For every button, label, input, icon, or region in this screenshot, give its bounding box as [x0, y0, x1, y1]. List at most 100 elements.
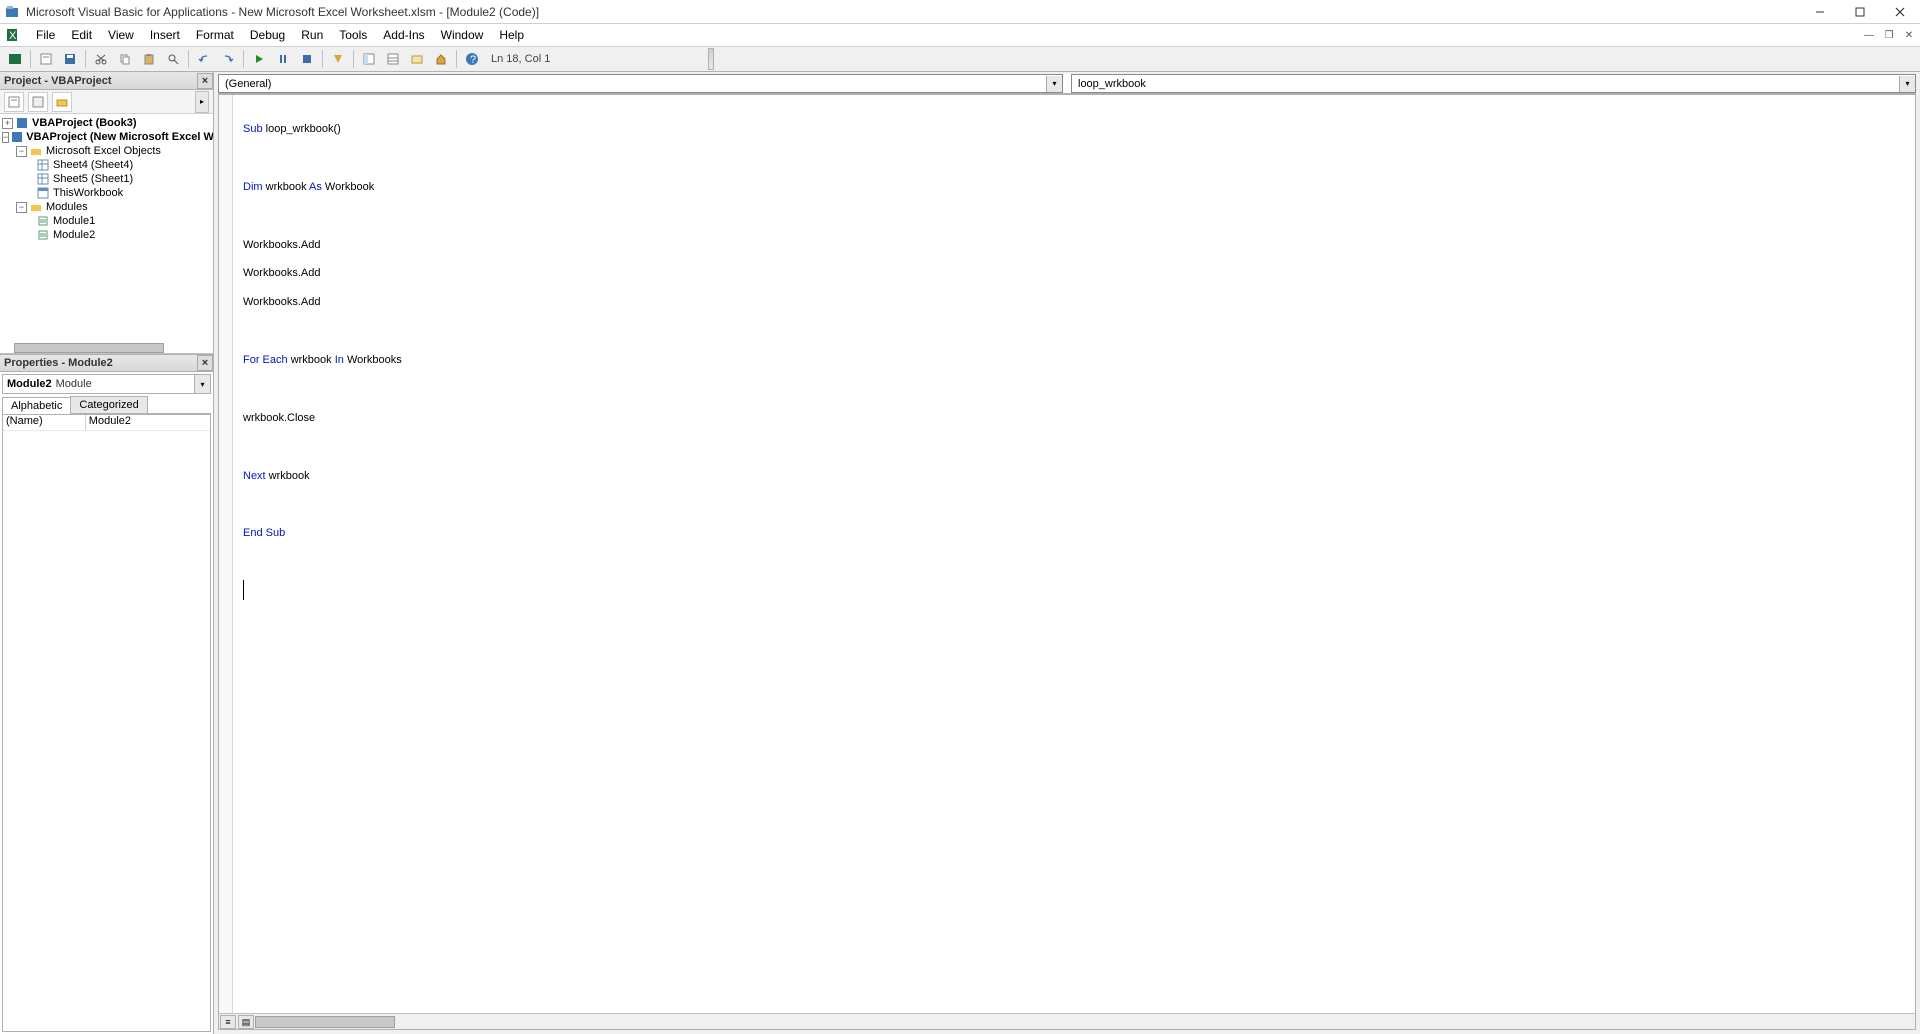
expand-icon[interactable]: + [2, 118, 13, 129]
dropdown-arrow-icon[interactable]: ▾ [194, 375, 210, 393]
menu-run[interactable]: Run [293, 26, 331, 44]
toolbar-separator [243, 50, 244, 68]
tree-node-sheet5[interactable]: Sheet5 (Sheet1) [53, 173, 133, 185]
vbaproject-icon [15, 116, 29, 130]
svg-text:X: X [9, 30, 17, 42]
object-browser-button[interactable] [406, 48, 428, 70]
project-panel-close-button[interactable]: × [197, 73, 213, 89]
tab-alphabetic[interactable]: Alphabetic [2, 397, 71, 414]
mdi-close-button[interactable]: ✕ [1902, 28, 1916, 42]
project-panel-title: Project - VBAProject × [0, 72, 213, 90]
maximize-button[interactable] [1840, 0, 1880, 24]
tree-node-module1[interactable]: Module1 [53, 215, 95, 227]
mdi-restore-button[interactable]: ❐ [1882, 28, 1896, 42]
toolbar-separator [30, 50, 31, 68]
tab-categorized[interactable]: Categorized [70, 396, 147, 413]
menu-file[interactable]: File [28, 26, 63, 44]
undo-button[interactable] [193, 48, 215, 70]
redo-button[interactable] [217, 48, 239, 70]
menu-format[interactable]: Format [188, 26, 242, 44]
tree-node-excel-objects[interactable]: Microsoft Excel Objects [46, 145, 161, 157]
menu-tools[interactable]: Tools [331, 26, 375, 44]
copy-button[interactable] [114, 48, 136, 70]
properties-panel-title: Properties - Module2 × [0, 354, 213, 372]
menu-window[interactable]: Window [433, 26, 492, 44]
collapse-icon[interactable]: − [16, 146, 27, 157]
vbaproject-icon [11, 130, 23, 144]
toolbox-button[interactable] [430, 48, 452, 70]
properties-window-button[interactable] [382, 48, 404, 70]
view-object-button[interactable] [28, 92, 48, 112]
workbook-icon [36, 186, 50, 200]
code-bottom-bar: ≡ ▤ [219, 1013, 1915, 1029]
close-button[interactable] [1880, 0, 1920, 24]
tree-node-thisworkbook[interactable]: ThisWorkbook [53, 187, 123, 199]
project-explorer-button[interactable] [358, 48, 380, 70]
code-frame: Sub loop_wrkbook() Dim wrkbook As Workbo… [218, 94, 1916, 1030]
menu-debug[interactable]: Debug [242, 26, 293, 44]
menubar: X File Edit View Insert Format Debug Run… [0, 24, 1920, 46]
tree-node-sheet4[interactable]: Sheet4 (Sheet4) [53, 159, 133, 171]
worksheet-icon [36, 172, 50, 186]
properties-panel-title-text: Properties - Module2 [4, 357, 113, 369]
property-name: (Name) [3, 415, 86, 430]
toolbar-separator [456, 50, 457, 68]
menu-help[interactable]: Help [491, 26, 532, 44]
menu-insert[interactable]: Insert [142, 26, 188, 44]
property-value[interactable]: Module2 [86, 415, 210, 430]
toggle-folders-button[interactable] [52, 92, 72, 112]
project-panel-title-text: Project - VBAProject [4, 75, 112, 87]
procedure-dropdown[interactable]: loop_wrkbook ▾ [1071, 74, 1916, 93]
tree-node-modules[interactable]: Modules [46, 201, 88, 213]
project-tree-scrollbar[interactable] [14, 343, 164, 353]
project-tree[interactable]: + VBAProject (Book3) − VBAProject (New M… [0, 114, 213, 354]
properties-tabs: Alphabetic Categorized [2, 396, 211, 414]
window-title: Microsoft Visual Basic for Applications … [26, 5, 539, 19]
properties-object-type: Module [52, 378, 92, 390]
menu-view[interactable]: View [100, 26, 142, 44]
worksheet-icon [36, 158, 50, 172]
code-content[interactable]: Sub loop_wrkbook() Dim wrkbook As Workbo… [243, 113, 402, 604]
reset-button[interactable] [296, 48, 318, 70]
run-button[interactable] [248, 48, 270, 70]
cut-button[interactable] [90, 48, 112, 70]
folder-icon [29, 144, 43, 158]
tree-node-project1[interactable]: VBAProject (Book3) [32, 117, 137, 129]
paste-button[interactable] [138, 48, 160, 70]
dropdown-arrow-icon[interactable]: ▾ [1046, 76, 1062, 92]
titlebar: Microsoft Visual Basic for Applications … [0, 0, 1920, 24]
properties-object-selector[interactable]: Module2 Module ▾ [2, 374, 211, 394]
collapse-icon[interactable]: − [2, 132, 9, 143]
module-icon [36, 214, 50, 228]
menu-addins[interactable]: Add-Ins [375, 26, 432, 44]
text-cursor [243, 580, 244, 600]
full-module-view-button[interactable]: ▤ [238, 1015, 254, 1029]
minimize-button[interactable] [1800, 0, 1840, 24]
code-editor[interactable]: Sub loop_wrkbook() Dim wrkbook As Workbo… [219, 95, 1915, 1013]
code-horizontal-scrollbar[interactable] [255, 1016, 395, 1028]
insert-module-button[interactable] [35, 48, 57, 70]
procedure-dropdown-value: loop_wrkbook [1078, 78, 1146, 90]
tree-node-module2[interactable]: Module2 [53, 229, 95, 241]
collapse-icon[interactable]: − [16, 202, 27, 213]
design-mode-button[interactable] [327, 48, 349, 70]
save-button[interactable] [59, 48, 81, 70]
project-scroll-button[interactable]: ▸ [195, 91, 209, 113]
properties-panel-close-button[interactable]: × [197, 355, 213, 371]
view-code-button[interactable] [4, 92, 24, 112]
cursor-position-label: Ln 18, Col 1 [491, 53, 550, 65]
menu-edit[interactable]: Edit [63, 26, 100, 44]
object-dropdown[interactable]: (General) ▾ [218, 74, 1063, 93]
mdi-minimize-button[interactable]: — [1862, 28, 1876, 42]
standard-toolbar: ? Ln 18, Col 1 [0, 46, 1920, 72]
excel-icon: X [4, 26, 24, 44]
toolbar-drag-handle[interactable] [708, 48, 714, 70]
view-excel-button[interactable] [4, 48, 26, 70]
tree-node-project2[interactable]: VBAProject (New Microsoft Excel Worksh [26, 131, 213, 143]
break-button[interactable] [272, 48, 294, 70]
dropdown-arrow-icon[interactable]: ▾ [1899, 76, 1915, 92]
help-button[interactable]: ? [461, 48, 483, 70]
property-row[interactable]: (Name) Module2 [3, 415, 210, 431]
procedure-view-button[interactable]: ≡ [220, 1015, 236, 1029]
find-button[interactable] [162, 48, 184, 70]
